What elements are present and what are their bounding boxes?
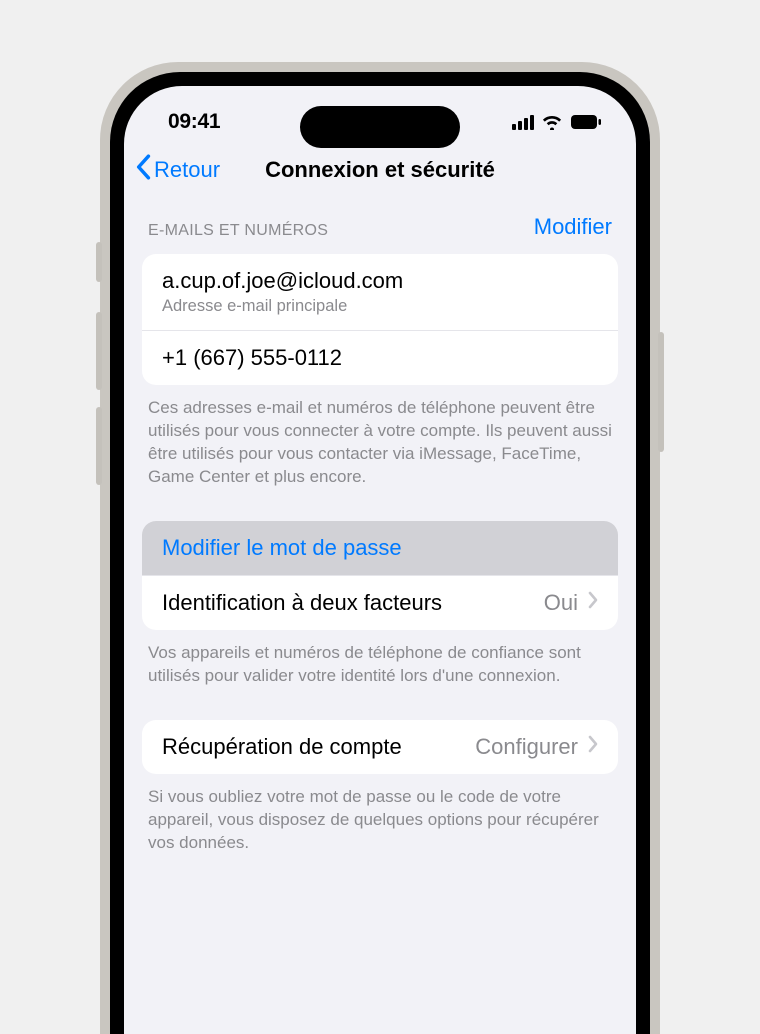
chevron-left-icon <box>134 154 152 186</box>
contacts-footer: Ces adresses e-mail et numéros de téléph… <box>124 385 636 493</box>
section-header-contacts: E-mails et numéros Modifier <box>124 196 636 248</box>
security-footer: Vos appareils et numéros de téléphone de… <box>124 630 636 692</box>
phone-value: +1 (667) 555-0112 <box>162 345 342 371</box>
recovery-footer: Si vous oubliez votre mot de passe ou le… <box>124 774 636 859</box>
primary-email-sublabel: Adresse e-mail principale <box>162 297 347 316</box>
chevron-right-icon <box>588 735 598 758</box>
power-button <box>658 332 664 452</box>
recovery-card: Récupération de compte Configurer <box>142 720 618 774</box>
screen: 09:41 <box>124 86 636 1034</box>
security-card: Modifier le mot de passe Identification … <box>142 521 618 630</box>
mute-switch <box>96 242 102 282</box>
edit-button[interactable]: Modifier <box>534 214 612 240</box>
recovery-row[interactable]: Récupération de compte Configurer <box>142 720 618 774</box>
primary-email-row[interactable]: a.cup.of.joe@icloud.com Adresse e-mail p… <box>142 254 618 331</box>
contacts-card: a.cup.of.joe@icloud.com Adresse e-mail p… <box>142 254 618 385</box>
back-label: Retour <box>154 157 220 183</box>
volume-up-button <box>96 312 102 390</box>
section-label-contacts: E-mails et numéros <box>148 222 328 240</box>
twofa-value: Oui <box>544 590 578 616</box>
change-password-label: Modifier le mot de passe <box>162 535 402 561</box>
phone-row[interactable]: +1 (667) 555-0112 <box>142 331 618 385</box>
phone-frame: 09:41 <box>100 62 660 1034</box>
volume-down-button <box>96 407 102 485</box>
status-time: 09:41 <box>168 110 220 134</box>
twofa-label: Identification à deux facteurs <box>162 590 442 616</box>
nav-bar: Retour Connexion et sécurité <box>124 146 636 196</box>
dynamic-island <box>300 106 460 148</box>
battery-icon <box>570 114 602 130</box>
chevron-right-icon <box>588 591 598 614</box>
cellular-signal-icon <box>512 115 534 130</box>
wifi-icon <box>541 114 563 130</box>
recovery-value: Configurer <box>475 734 578 760</box>
primary-email-value: a.cup.of.joe@icloud.com <box>162 268 403 294</box>
recovery-label: Récupération de compte <box>162 734 402 760</box>
twofa-row[interactable]: Identification à deux facteurs Oui <box>142 576 618 630</box>
change-password-row[interactable]: Modifier le mot de passe <box>142 521 618 576</box>
back-button[interactable]: Retour <box>134 154 220 186</box>
